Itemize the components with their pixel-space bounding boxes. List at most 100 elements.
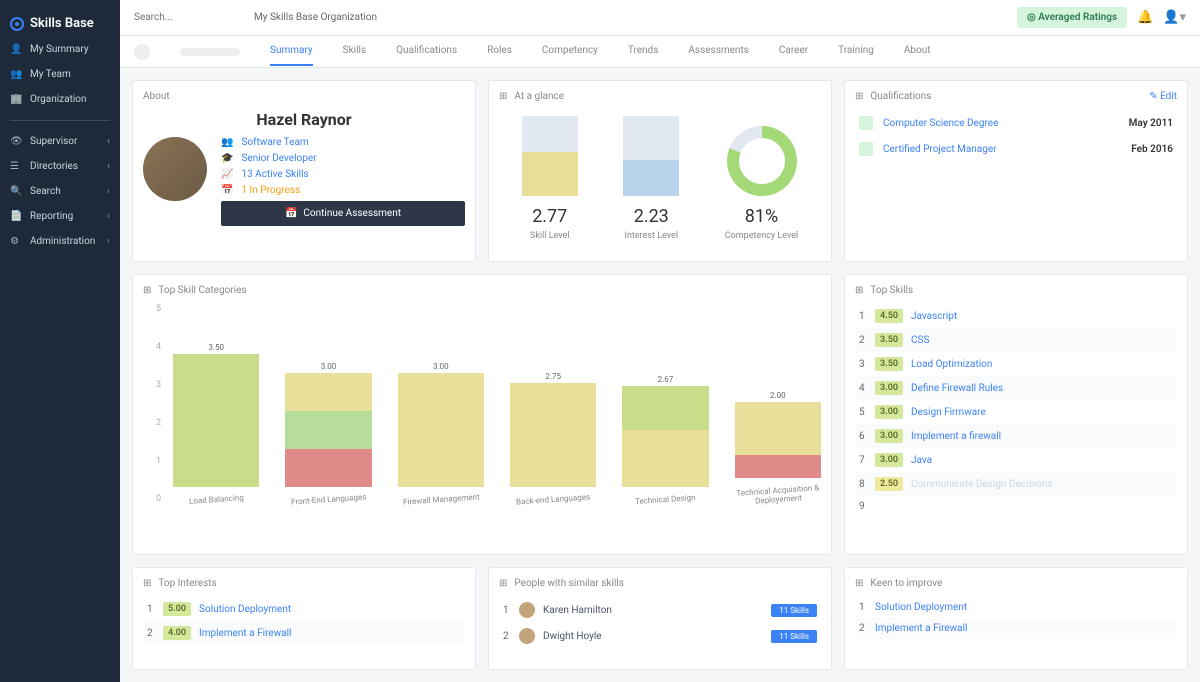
tab-skills[interactable]: Skills (343, 37, 366, 66)
top-interests-card: Top Interests 15.00Solution Deployment24… (132, 567, 476, 670)
sidebar-item-reporting[interactable]: 📄Reporting (0, 204, 120, 229)
interest-row: 24.00Implement a Firewall (143, 621, 465, 645)
app-logo[interactable]: Skills Base (0, 10, 120, 37)
nav-icon: 👁 (10, 136, 22, 147)
continue-assessment-button[interactable]: 📅Continue Assessment (221, 201, 465, 226)
qualification-date: Feb 2016 (1131, 144, 1173, 155)
skill-score-badge: 3.50 (875, 333, 903, 347)
person-name: Hazel Raynor (143, 110, 465, 129)
skill-count-pill: 11 Skills (771, 604, 817, 617)
skill-count-pill: 11 Skills (771, 630, 817, 643)
tab-assessments[interactable]: Assessments (688, 37, 749, 66)
improve-link[interactable]: Implement a Firewall (875, 623, 967, 634)
nav-icon: ☰ (10, 161, 22, 172)
skill-row: 82.50Communicate Design Decisions (855, 472, 1177, 496)
skill-score-badge: 3.00 (875, 453, 903, 467)
bar-load-balancing: 3.50Load Balancing (173, 297, 259, 504)
skill-row: 43.00Define Firewall Rules (855, 376, 1177, 400)
skill-link[interactable]: Javascript (911, 311, 957, 322)
topbar: My Skills Base Organization ◎ Averaged R… (120, 0, 1200, 36)
sidebar-item-organization[interactable]: 🏢Organization (0, 87, 120, 112)
edit-qualifications-link[interactable]: ✎ Edit (1149, 91, 1177, 102)
skill-row: 9 (855, 496, 1177, 517)
skills-link[interactable]: 13 Active Skills (241, 169, 308, 180)
tab-trends[interactable]: Trends (628, 37, 659, 66)
qualification-link[interactable]: Certified Project Manager (883, 144, 997, 155)
sidebar-item-my-summary[interactable]: 👤My Summary (0, 37, 120, 62)
top-skills-title: Top Skills (855, 285, 1177, 296)
skeleton-placeholder (180, 48, 240, 56)
bar-technical-design: 2.67Technical Design (622, 297, 708, 504)
top-skills-card: Top Skills 14.50Javascript23.50CSS33.50L… (844, 274, 1188, 555)
sidebar-item-search[interactable]: 🔍Search (0, 179, 120, 204)
tab-about[interactable]: About (904, 37, 931, 66)
team-link[interactable]: Software Team (241, 137, 308, 148)
tab-training[interactable]: Training (838, 37, 874, 66)
tabs: Summary Skills Qualifications Roles Competen… (120, 36, 1200, 68)
skill-link[interactable]: Java (911, 455, 932, 466)
skill-link[interactable]: Define Firewall Rules (911, 383, 1003, 394)
similar-people-card: People with similar skills 1Karen Hamilt… (488, 567, 832, 670)
interest-link[interactable]: Implement a Firewall (199, 628, 291, 639)
skill-score-badge: 3.00 (875, 429, 903, 443)
averaged-ratings-button[interactable]: ◎ Averaged Ratings (1017, 7, 1127, 28)
interest-link[interactable]: Solution Deployment (199, 604, 291, 615)
sidebar-item-supervisor[interactable]: 👁Supervisor (0, 129, 120, 154)
bar-technical-acquisition-deployement: 2.00Technical Acquisition & Deployement (735, 288, 821, 504)
skill-link[interactable]: CSS (911, 335, 929, 346)
similar-title: People with similar skills (499, 578, 821, 589)
sidebar-item-directories[interactable]: ☰Directories (0, 154, 120, 179)
nav-icon: 👥 (10, 69, 22, 80)
top-interests-title: Top Interests (143, 578, 465, 589)
sidebar-item-my-team[interactable]: 👥My Team (0, 62, 120, 87)
improve-link[interactable]: Solution Deployment (875, 602, 967, 613)
chart-title: Top Skill Categories (143, 285, 821, 296)
tab-competency[interactable]: Competency (542, 37, 598, 66)
org-name: My Skills Base Organization (254, 12, 377, 23)
tab-roles[interactable]: Roles (487, 37, 512, 66)
skill-link[interactable]: Design Firmware (911, 407, 986, 418)
qual-dot-icon (859, 116, 873, 130)
about-title: About (143, 91, 465, 102)
profile-avatar-mini (134, 44, 150, 60)
skill-score-badge: 3.00 (875, 381, 903, 395)
skill-row: 14.50Javascript (855, 304, 1177, 328)
skill-row: 23.50CSS (855, 328, 1177, 352)
person-avatar (519, 628, 535, 644)
skill-link[interactable]: Implement a firewall (911, 431, 1001, 442)
role-link[interactable]: Senior Developer (241, 153, 316, 164)
qualification-row: Computer Science DegreeMay 2011 (855, 110, 1177, 136)
bar-back-end-languages: 2.75Back-end Languages (510, 297, 596, 504)
interest-score-badge: 4.00 (163, 626, 191, 640)
improve-row: 2Implement a Firewall (855, 618, 1177, 639)
person-link[interactable]: Dwight Hoyle (543, 631, 602, 642)
person-row: 2Dwight Hoyle11 Skills (499, 623, 821, 649)
skill-row: 73.00Java (855, 448, 1177, 472)
skills-icon: 📈 (221, 169, 233, 180)
top-skill-categories-card: Top Skill Categories 543210 3.50Load Bal… (132, 274, 832, 555)
tab-career[interactable]: Career (779, 37, 808, 66)
tab-qualifications[interactable]: Qualifications (396, 37, 457, 66)
qualification-link[interactable]: Computer Science Degree (883, 118, 998, 129)
interest-row: 15.00Solution Deployment (143, 597, 465, 621)
nav-icon: 🏢 (10, 94, 22, 105)
nav-icon: 👤 (10, 44, 22, 55)
about-card: About Hazel Raynor 👥Software Team 🎓Senio… (132, 80, 476, 262)
person-avatar (519, 602, 535, 618)
person-link[interactable]: Karen Hamilton (543, 605, 612, 616)
sidebar-item-administration[interactable]: ⚙Administration (0, 229, 120, 254)
bell-icon[interactable]: 🔔 (1137, 10, 1153, 25)
glance-competency: 81%Competency Level (725, 126, 798, 241)
search-input[interactable] (134, 12, 244, 23)
skill-score-badge: 4.50 (875, 309, 903, 323)
user-menu-icon[interactable]: 👤▾ (1163, 10, 1186, 25)
calendar-icon: 📅 (285, 208, 297, 219)
qualifications-card: Qualifications✎ Edit Computer Science De… (844, 80, 1188, 262)
skill-link[interactable]: Communicate Design Decisions (911, 479, 1053, 490)
tab-summary[interactable]: Summary (270, 37, 313, 66)
improve-row: 1Solution Deployment (855, 597, 1177, 618)
qual-dot-icon (859, 142, 873, 156)
skill-score-badge: 2.50 (875, 477, 903, 491)
role-icon: 🎓 (221, 153, 233, 164)
skill-link[interactable]: Load Optimization (911, 359, 992, 370)
